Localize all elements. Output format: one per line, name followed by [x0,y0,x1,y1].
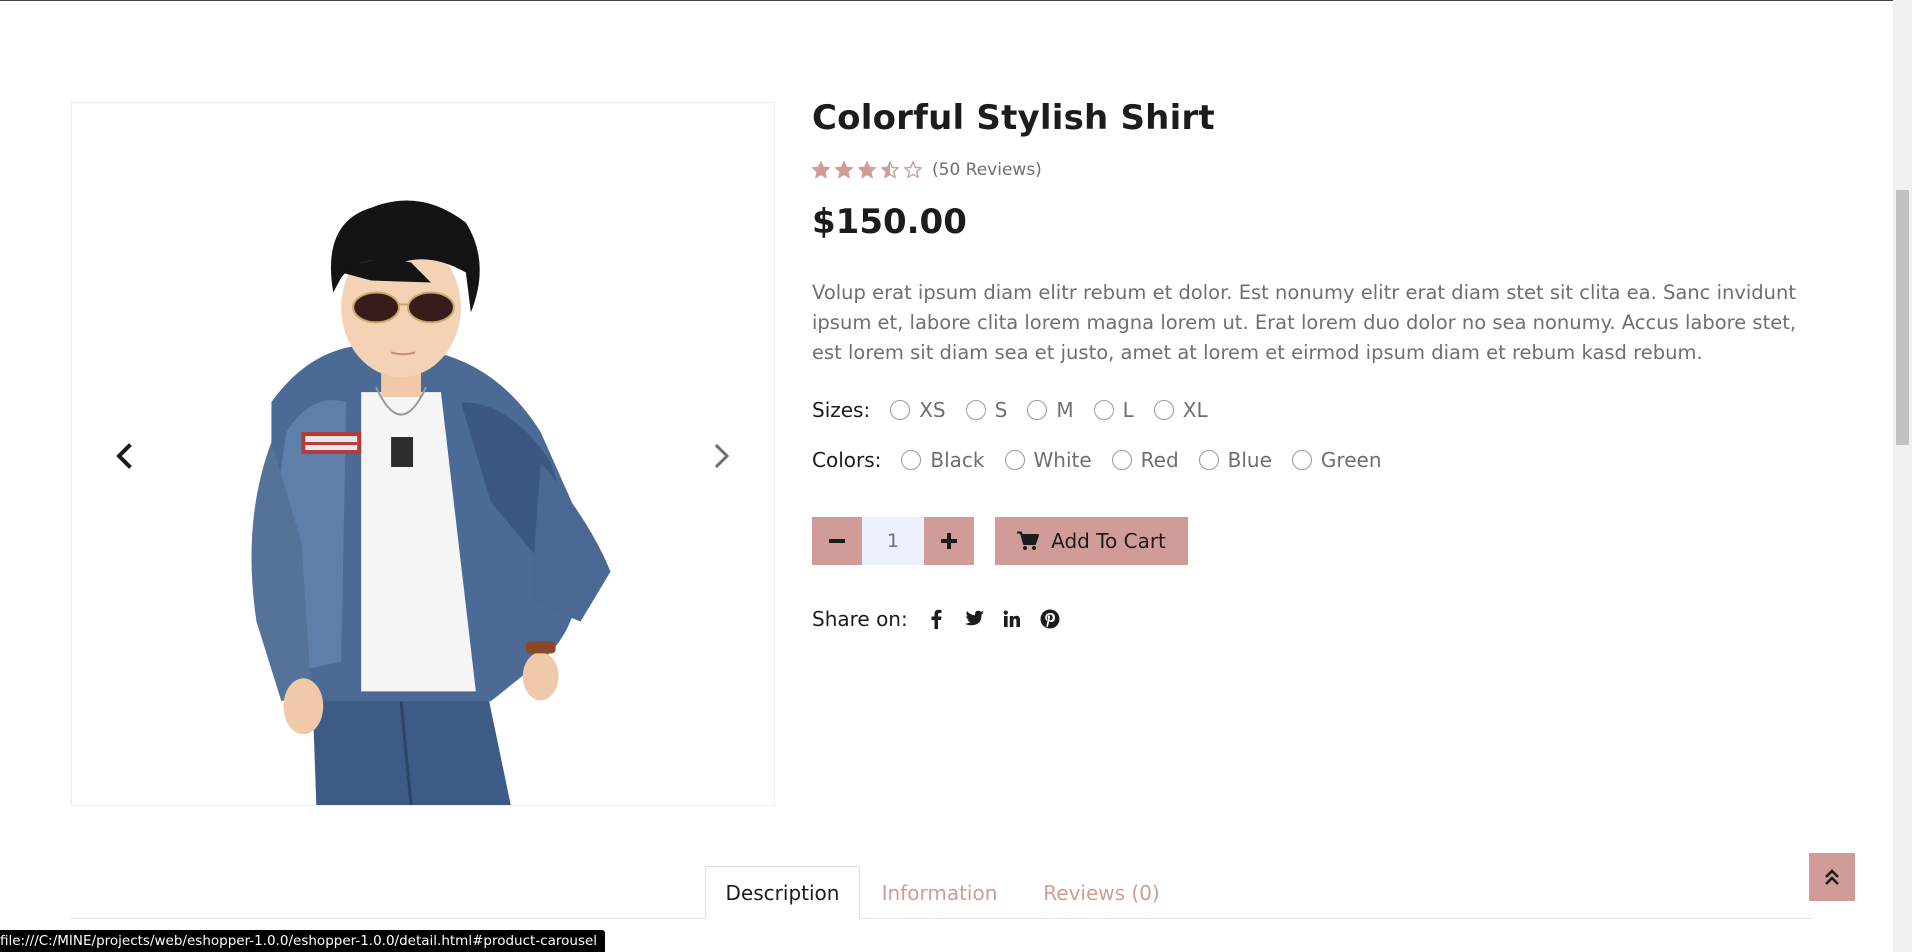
chevron-right-icon [714,443,730,469]
star-icon [858,161,876,179]
carousel-next-button[interactable] [704,438,740,474]
size-option-label: XS [919,398,946,422]
color-option-black[interactable]: Black [901,448,985,472]
color-option-label: Black [930,448,985,472]
linkedin-icon[interactable] [1000,607,1024,631]
back-to-top-button[interactable] [1809,853,1855,901]
plus-icon [941,533,957,549]
color-option-white[interactable]: White [1004,448,1092,472]
quantity-minus-button[interactable] [812,517,862,565]
minus-icon [829,539,845,543]
color-option-red[interactable]: Red [1111,448,1179,472]
star-icon [835,161,853,179]
share-bar: Share on: [812,604,1076,634]
color-option-green[interactable]: Green [1291,448,1382,472]
product-details: Colorful Stylish Shirt (50 Reviews) $150… [812,98,1812,631]
colors-selector: Colors: Black White Red Blue Green [812,445,1402,475]
scrollbar-thumb[interactable] [1896,190,1909,445]
quantity-plus-button[interactable] [924,517,974,565]
sizes-selector: Sizes: XS S M L XL [812,395,1228,425]
status-bar-url: file:///C:/MINE/projects/web/eshopper-1.… [0,930,606,952]
colors-label: Colors: [812,448,882,472]
facebook-icon[interactable] [924,607,948,631]
product-rating: (50 Reviews) [812,160,1042,180]
size-option-xs[interactable]: XS [890,398,946,422]
size-option-m[interactable]: M [1027,398,1074,422]
sizes-label: Sizes: [812,398,871,422]
star-icon [881,161,899,179]
tab-reviews[interactable]: Reviews (0) [1024,866,1179,919]
size-radio[interactable] [1093,400,1114,420]
tab-information[interactable]: Information [862,866,1017,919]
color-radio[interactable] [1198,450,1219,470]
reviews-count: (50 Reviews) [932,160,1042,180]
size-radio[interactable] [1027,400,1048,420]
top-divider [0,0,1893,1]
product-carousel [71,102,775,806]
chevron-left-icon [116,443,132,469]
quantity-stepper: 1 [812,517,974,565]
product-description: Volup erat ipsum diam elitr rebum et dol… [812,281,1797,364]
product-image [72,103,774,805]
color-radio[interactable] [1004,450,1025,470]
size-option-s[interactable]: S [965,398,1008,422]
color-option-label: Green [1320,448,1382,472]
color-option-label: White [1033,448,1092,472]
color-option-label: Blue [1227,448,1272,472]
twitter-icon[interactable] [962,607,986,631]
star-icon [904,161,922,179]
size-option-label: S [994,398,1008,422]
star-icon [812,161,830,179]
size-option-label: XL [1182,398,1208,422]
product-title: Colorful Stylish Shirt [812,98,1215,138]
pinterest-icon[interactable] [1038,607,1062,631]
tab-description[interactable]: Description [705,866,860,919]
share-label: Share on: [812,607,908,631]
add-to-cart-button[interactable]: Add To Cart [995,517,1188,565]
add-to-cart-label: Add To Cart [1051,529,1166,553]
color-radio[interactable] [901,450,922,470]
size-radio[interactable] [890,400,911,420]
size-option-label: L [1122,398,1134,422]
page-scrollbar[interactable] [1893,0,1912,952]
color-option-blue[interactable]: Blue [1198,448,1272,472]
color-radio[interactable] [1291,450,1312,470]
size-option-xl[interactable]: XL [1153,398,1208,422]
shopping-cart-icon [1017,531,1040,550]
size-option-label: M [1056,398,1074,422]
rating-stars [812,161,922,179]
size-option-l[interactable]: L [1093,398,1134,422]
quantity-input[interactable]: 1 [862,517,924,565]
color-option-label: Red [1140,448,1179,472]
double-chevron-up-icon [1825,869,1839,885]
product-price: $150.00 [812,202,967,242]
size-radio[interactable] [1153,400,1174,420]
size-radio[interactable] [965,400,986,420]
color-radio[interactable] [1111,450,1132,470]
carousel-prev-button[interactable] [106,438,142,474]
